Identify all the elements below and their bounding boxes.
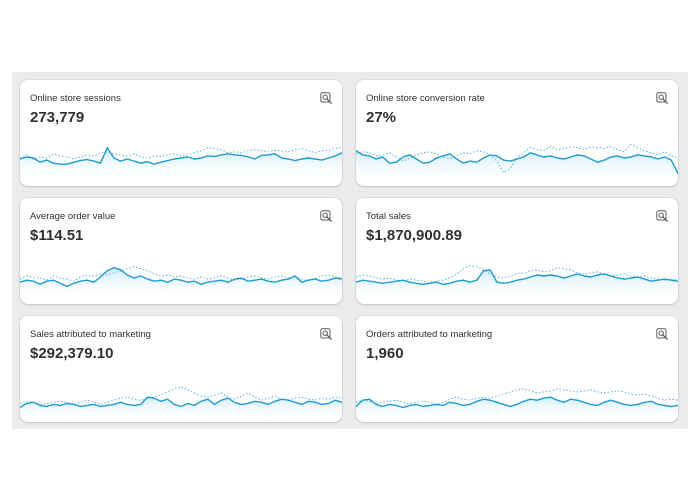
metric-value: $1,870,900.89 (366, 227, 462, 244)
metric-value: 273,779 (30, 109, 85, 126)
metric-title: Online store conversion rate (366, 93, 485, 104)
metric-card-online-store-sessions[interactable]: Online store sessions 273,779 (20, 80, 342, 186)
magnifier-report-icon[interactable] (320, 92, 332, 104)
metric-card-sales-attributed-to-marketing[interactable]: Sales attributed to marketing $292,379.10 (20, 316, 342, 422)
magnifier-report-icon[interactable] (656, 210, 668, 222)
sparkline-chart (20, 386, 342, 420)
sparkline-chart (20, 266, 342, 302)
previous-period-line (20, 147, 342, 160)
metric-title: Total sales (366, 211, 411, 222)
metric-card-online-store-conversion-rate[interactable]: Online store conversion rate 27% (356, 80, 678, 186)
current-period-area (356, 269, 678, 302)
metric-card-total-sales[interactable]: Total sales $1,870,900.89 (356, 198, 678, 304)
metric-card-average-order-value[interactable]: Average order value $114.51 (20, 198, 342, 304)
magnifier-report-icon[interactable] (656, 328, 668, 340)
metric-title: Average order value (30, 211, 116, 222)
magnifier-report-icon[interactable] (320, 328, 332, 340)
metric-value: 1,960 (366, 345, 404, 362)
sparkline-chart (20, 146, 342, 184)
current-period-area (20, 267, 342, 302)
current-period-area (20, 147, 342, 184)
current-period-area (20, 397, 342, 420)
metric-card-orders-attributed-to-marketing[interactable]: Orders attributed to marketing 1,960 (356, 316, 678, 422)
metric-value: 27% (366, 109, 397, 126)
metric-title: Online store sessions (30, 93, 121, 104)
metric-value: $292,379.10 (30, 345, 114, 362)
sparkline-chart (356, 388, 678, 420)
magnifier-report-icon[interactable] (320, 210, 332, 222)
metric-value: $114.51 (30, 227, 84, 244)
sparkline-chart (356, 143, 678, 184)
previous-period-line (356, 388, 678, 405)
current-period-area (356, 150, 678, 184)
current-period-area (356, 397, 678, 420)
sparkline-chart (356, 265, 678, 302)
metric-title: Orders attributed to marketing (366, 329, 493, 340)
metric-title: Sales attributed to marketing (30, 329, 151, 340)
magnifier-report-icon[interactable] (656, 92, 668, 104)
